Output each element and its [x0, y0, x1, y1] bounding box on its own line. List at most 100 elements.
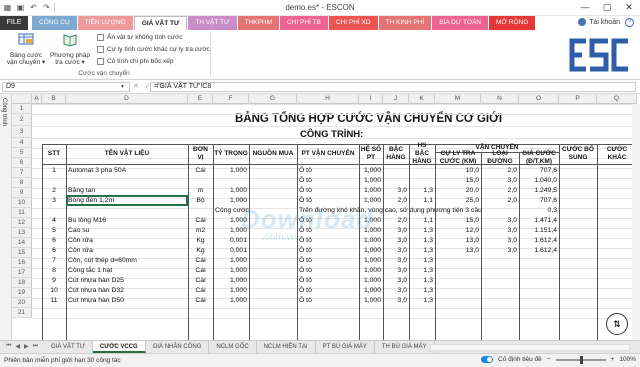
- cell-dv[interactable]: Cái: [190, 286, 211, 296]
- cell-dv[interactable]: Cái: [190, 166, 211, 176]
- ribbon-tab-1[interactable]: TIẾN LƯỢNG: [77, 16, 133, 30]
- cell-gc[interactable]: 1.471,4: [521, 216, 557, 226]
- zoom-in-icon[interactable]: +: [611, 356, 615, 363]
- maximize-button[interactable]: ▢: [596, 0, 618, 15]
- cell-bac[interactable]: 3,0: [385, 246, 407, 256]
- last-sheet-icon[interactable]: ⏭: [33, 343, 38, 350]
- cell-loai[interactable]: 3,0: [483, 246, 517, 256]
- formula-input[interactable]: ='GIÁ VẬT TƯ'!C8: [150, 82, 636, 92]
- cell-dv[interactable]: Cái: [190, 266, 211, 276]
- cell-hs[interactable]: 1,000: [361, 166, 381, 176]
- row-header[interactable]: 18: [12, 278, 32, 288]
- loading-cost-checkbox[interactable]: Có tính chi phí bốc xếp: [97, 58, 174, 65]
- cell-cly[interactable]: 10,0: [437, 166, 479, 176]
- cell-loai[interactable]: 3,0: [483, 176, 517, 186]
- cell-hsb[interactable]: 1,1: [411, 196, 433, 206]
- freeze-header-toggle[interactable]: [481, 356, 494, 363]
- cell-stt[interactable]: 6: [44, 246, 64, 256]
- cell-hs[interactable]: 1,000: [361, 176, 381, 186]
- horizontal-scrollbar[interactable]: [430, 344, 630, 351]
- cell-gc[interactable]: 707,6: [521, 196, 557, 206]
- cell-stt[interactable]: 8: [44, 266, 64, 276]
- cell-ty[interactable]: 0,001: [215, 236, 247, 246]
- row-header[interactable]: 21: [12, 308, 32, 318]
- cell-loai[interactable]: 2,0: [483, 166, 517, 176]
- cell-hs[interactable]: 1,000: [361, 256, 381, 266]
- ribbon-tab-8[interactable]: BÌA DỰ TOÁN: [432, 16, 488, 30]
- ribbon-tab-9[interactable]: MỞ RỘNG: [488, 16, 536, 30]
- cell-ten[interactable]: Automat 3 pha 50A: [68, 166, 186, 176]
- cell-hs[interactable]: 1,000: [361, 246, 381, 256]
- sheet-tab[interactable]: TH BÙ GIÁ MÁY: [375, 341, 435, 353]
- cell-pt[interactable]: Ô tô: [299, 216, 357, 226]
- row-header[interactable]: 15: [12, 248, 32, 258]
- first-sheet-icon[interactable]: ⏮: [6, 343, 11, 350]
- row-header[interactable]: 19: [12, 288, 32, 298]
- cell-ty[interactable]: 0,001: [215, 246, 247, 256]
- cell-hs[interactable]: 1,000: [361, 196, 381, 206]
- cell-dv[interactable]: Cái: [190, 276, 211, 286]
- cell-cly[interactable]: 13,0: [437, 236, 479, 246]
- zoom-out-icon[interactable]: −: [547, 356, 551, 363]
- cell-hs[interactable]: 1,000: [361, 276, 381, 286]
- cell-hsb[interactable]: 1,3: [411, 246, 433, 256]
- cell-dv[interactable]: Cái: [190, 216, 211, 226]
- cell-ty[interactable]: 1,000: [215, 256, 247, 266]
- cell-bac[interactable]: 2,0: [385, 216, 407, 226]
- cell-bac[interactable]: 3,0: [385, 266, 407, 276]
- hide-uncharged-checkbox[interactable]: Ẩn vật tư không tính cước: [97, 34, 182, 41]
- cell-ty[interactable]: 1,000: [215, 266, 247, 276]
- vertical-scrollbar[interactable]: [632, 104, 640, 340]
- cell-pt[interactable]: Ô tô: [299, 276, 357, 286]
- row-header[interactable]: 11: [12, 208, 32, 218]
- sheet-tab[interactable]: GIÁ NHÂN CÔNG: [146, 341, 210, 353]
- row-header[interactable]: 2: [12, 114, 32, 126]
- help-icon[interactable]: ?: [625, 18, 634, 27]
- cell-stt[interactable]: 5: [44, 226, 64, 236]
- cell-bac[interactable]: 3,0: [385, 276, 407, 286]
- column-header[interactable]: I: [359, 94, 383, 104]
- cell-stt[interactable]: 11: [44, 296, 64, 306]
- cell-stt[interactable]: 2: [44, 186, 64, 196]
- cell-hs[interactable]: 1,000: [361, 286, 381, 296]
- cell-cly[interactable]: 13,0: [437, 246, 479, 256]
- cell-pt[interactable]: Ô tô: [299, 186, 357, 196]
- row-header[interactable]: 7: [12, 168, 32, 178]
- name-box[interactable]: D9: [2, 82, 130, 92]
- cell-ty[interactable]: 1,000: [215, 276, 247, 286]
- cell-hsb[interactable]: 1,3: [411, 186, 433, 196]
- row-header[interactable]: 5: [12, 148, 32, 158]
- cell-ty[interactable]: Công cước: [215, 206, 255, 216]
- column-header[interactable]: F: [213, 94, 249, 104]
- cell-ty[interactable]: 1,000: [215, 186, 247, 196]
- phuong-phap-button[interactable]: Phương pháp tra cước ▾: [48, 32, 92, 67]
- cell-gc[interactable]: 1.612,4: [521, 246, 557, 256]
- cell-pt[interactable]: Ô tô: [299, 236, 357, 246]
- selected-cell[interactable]: [66, 195, 188, 206]
- row-header[interactable]: 8: [12, 178, 32, 188]
- cell-hs[interactable]: 1,000: [361, 266, 381, 276]
- column-header[interactable]: Q: [597, 94, 637, 104]
- scroll-arrows-button[interactable]: ⇅: [606, 313, 628, 335]
- row-header[interactable]: 14: [12, 238, 32, 248]
- cell-pt[interactable]: Ô tô: [299, 226, 357, 236]
- file-tab[interactable]: FILE: [0, 16, 28, 30]
- cell-bac[interactable]: 2,0: [385, 196, 407, 206]
- cell-gc[interactable]: 1.612,4: [521, 236, 557, 246]
- cell-pt[interactable]: Ô tô: [299, 196, 357, 206]
- cell-stt[interactable]: 1: [44, 166, 64, 176]
- cell-hs[interactable]: 1,000: [361, 236, 381, 246]
- cell-loai[interactable]: 2,0: [483, 186, 517, 196]
- row-header[interactable]: 13: [12, 228, 32, 238]
- cell-gc[interactable]: 1.249,5: [521, 186, 557, 196]
- distance-differ-checkbox[interactable]: Cự ly tính cước khác cự ly tra cước: [97, 46, 210, 53]
- cell-ty[interactable]: 1,000: [215, 196, 247, 206]
- cell-hsb[interactable]: 1,3: [411, 236, 433, 246]
- row-header[interactable]: 12: [12, 218, 32, 228]
- row-header[interactable]: 17: [12, 268, 32, 278]
- cell-ty[interactable]: 1,000: [215, 226, 247, 236]
- cell-hsb[interactable]: 1,3: [411, 226, 433, 236]
- sheet-tab[interactable]: PT BÙ GIÁ MÁY: [316, 341, 375, 353]
- cell-dv[interactable]: Kg: [190, 246, 211, 256]
- cell-stt[interactable]: 7: [44, 256, 64, 266]
